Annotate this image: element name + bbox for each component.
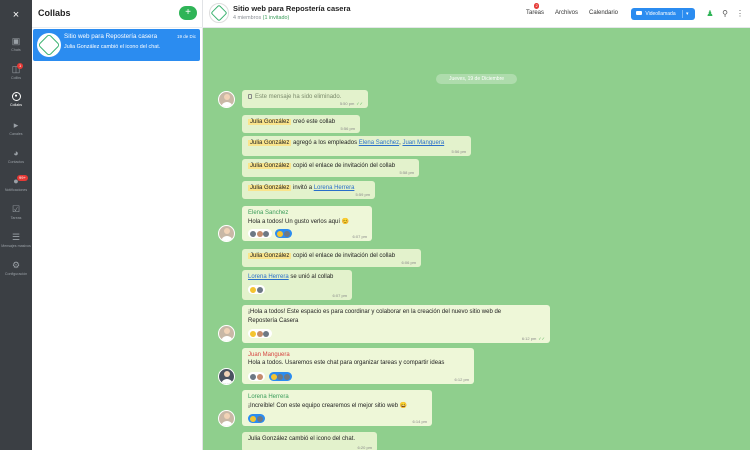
collabs-list-panel: Collabs + Sitio web para Repostería case… [32,0,203,450]
add-collab-button[interactable]: + [179,6,197,20]
tab-calendario[interactable]: Calendario [589,10,618,16]
conversation-date: 19 de Dic [176,34,196,39]
collab-avatar[interactable] [209,3,229,23]
chat-messages-area[interactable]: Jueves, 19 de Diciembre Este mensaje ha … [203,28,750,450]
system-message: Julia González copió el enlace de invita… [242,159,419,177]
rail-item-chats[interactable]: ▣ Chats [0,34,32,62]
reactions [248,229,294,238]
add-member-icon[interactable]: ♟ [705,9,715,19]
sender-name[interactable]: Lorena Herrera [248,394,289,400]
avatar[interactable] [218,410,235,427]
reaction-pill[interactable] [275,229,293,238]
message-bubble[interactable]: Lorena Herrera ¡Increíble! Con este equi… [242,390,432,426]
videocall-button[interactable]: Videollamada ▾ [631,8,695,20]
avatar[interactable] [218,368,235,385]
tab-archivos[interactable]: Archivos [555,10,578,16]
system-message: Julia González copió el enlace de invita… [242,249,421,267]
megaphone-icon: ▸ [13,120,19,130]
reaction-pill[interactable] [248,285,265,294]
reactions [248,285,267,294]
tab-tareas[interactable]: Tareas 2 [526,3,544,16]
more-options-icon[interactable]: ⋮ [735,9,745,19]
system-message: Julia González cambió el icono del chat.… [242,432,377,450]
tasks-icon: ☑ [11,204,21,214]
search-icon[interactable]: ⚲ [720,9,730,19]
reaction-pill[interactable] [248,229,272,238]
avatar[interactable] [218,325,235,342]
conversation-item[interactable]: Sitio web para Repostería casera 19 de D… [33,29,200,61]
chat-members[interactable]: 4 miembros (1 invitado) [233,15,289,21]
reactions [248,414,267,423]
reaction-pill[interactable] [248,329,272,338]
list-header: Collabs + [32,0,203,28]
rail-item-notificaciones[interactable]: ● 99+ Notificaciones [0,174,32,202]
notification-badge: 99+ [17,175,28,181]
notification-badge: 1 [17,63,24,69]
system-message: Julia González agregó a los empleados El… [242,136,471,156]
rail-item-configuracion[interactable]: ⚙ Configuración [0,258,32,286]
message-bubble[interactable]: Elena Sanchez Hola a todos! Un gusto ver… [242,206,372,241]
chat-header: Sitio web para Repostería casera 4 miemb… [203,0,750,28]
rail-item-tareas[interactable]: ☑ Tareas [0,202,32,230]
reaction-pill[interactable] [248,372,265,381]
list-title: Collabs [38,8,71,18]
message-bubble[interactable]: ¡Hola a todos! Este espacio es para coor… [242,305,550,343]
conversation-preview: Julia González cambió el icono del chat. [64,44,161,50]
chats-icon: ▣ [11,36,21,46]
reaction-pill[interactable] [248,414,265,423]
reactions [248,372,294,381]
reactions [248,329,274,338]
left-rail: × ▣ Chats ◫ 1 Collbs ● Collabs ▸ Canales… [0,0,32,450]
sender-name[interactable]: Elena Sanchez [248,210,288,216]
rail-item-mensajes-masivos[interactable]: ☰ Mensajes masivos [0,230,32,258]
avatar[interactable] [218,91,235,108]
contacts-icon: ◕ [13,148,19,158]
message-bubble[interactable]: Juan Manguera Hola a todos. Usaremos est… [242,348,474,384]
chevron-down-icon[interactable]: ▾ [686,8,689,20]
rail-item-collbs[interactable]: ◫ 1 Collbs [0,62,32,90]
trash-icon [248,94,252,99]
rail-item-contactos[interactable]: ◕ Contactos [0,146,32,174]
collab-circle-icon: ● [11,92,21,101]
system-message: Julia González invitó a Lorena Herrera 5… [242,181,375,199]
tasks-badge: 2 [534,3,540,9]
avatar[interactable] [218,225,235,242]
close-icon[interactable]: × [0,6,32,24]
collab-avatar [37,33,61,57]
gear-icon: ⚙ [11,260,21,270]
date-separator: Jueves, 19 de Diciembre [436,74,517,84]
system-message: Julia González creó este collab 5:56 pm [242,115,360,133]
camera-icon [636,11,642,15]
system-message: Lorena Herrera se unió al collab 6:07 pm [242,270,352,300]
sender-name[interactable]: Juan Manguera [248,352,290,358]
rail-item-canales[interactable]: ▸ Canales [0,118,32,146]
chat-title[interactable]: Sitio web para Repostería casera [233,4,351,13]
message-bubble[interactable]: Este mensaje ha sido eliminado. 5:50 pm [242,90,368,108]
reaction-pill[interactable] [268,372,293,381]
rail-item-collabs[interactable]: ● Collabs [0,90,32,118]
bars-icon: ☰ [11,232,21,242]
conversation-name: Sitio web para Repostería casera [64,33,158,40]
